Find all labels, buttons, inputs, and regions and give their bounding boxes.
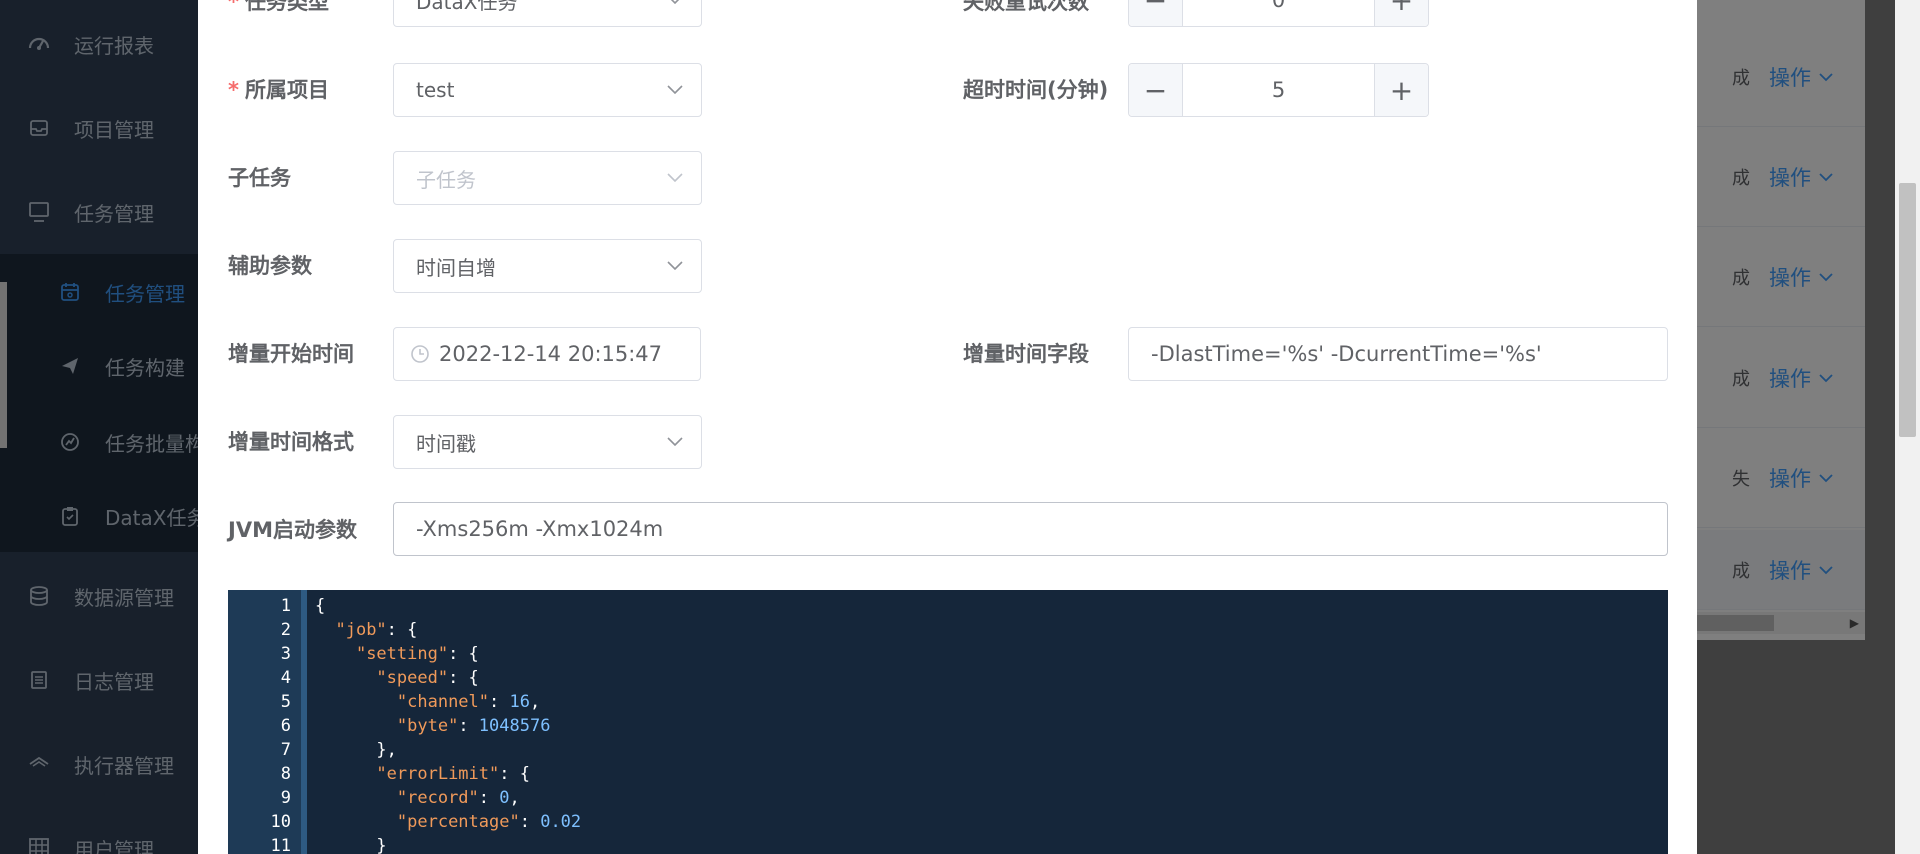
timeout-stepper[interactable]: − 5 +	[1128, 63, 1429, 117]
json-key: "speed"	[376, 668, 449, 688]
subtask-select[interactable]: 子任务	[393, 151, 702, 205]
incr-start-label: 增量开始时间	[228, 342, 354, 366]
fail-retry-stepper[interactable]: − 0 +	[1128, 0, 1429, 27]
incr-field-label: 增量时间字段	[963, 342, 1089, 366]
json-key: "record"	[396, 788, 479, 808]
incr-field-value: -DlastTime='%s' -DcurrentTime='%s'	[1151, 342, 1542, 366]
json-number: 0	[499, 788, 510, 808]
code-line: "errorLimit": {	[376, 764, 530, 784]
decrease-button[interactable]: −	[1129, 0, 1183, 26]
json-key: "byte"	[396, 716, 459, 736]
line-number: 2	[280, 620, 291, 640]
json-number: 16	[509, 692, 530, 712]
code-line: "channel": 16,	[396, 692, 541, 712]
line-number: 9	[280, 788, 291, 808]
json-key: "percentage"	[396, 812, 520, 832]
code-line: "speed": {	[376, 668, 479, 688]
clock-icon	[411, 345, 429, 363]
line-number: 4	[280, 668, 291, 688]
subtask-placeholder: 子任务	[416, 167, 476, 192]
jvm-input[interactable]: -Xms256m -Xmx1024m	[393, 502, 1668, 556]
increase-button[interactable]: +	[1374, 0, 1428, 26]
aux-param-select[interactable]: 时间自增	[393, 239, 702, 293]
aux-param-value: 时间自增	[416, 255, 496, 280]
incr-field-input[interactable]: -DlastTime='%s' -DcurrentTime='%s'	[1128, 327, 1668, 381]
json-key: "channel"	[396, 692, 490, 712]
line-number: 11	[270, 836, 291, 854]
gutter-divider	[301, 590, 307, 854]
json-number: 0.02	[540, 812, 582, 832]
subtask-label: 子任务	[228, 166, 291, 190]
jvm-label: JVM启动参数	[228, 518, 357, 542]
project-select[interactable]: test	[393, 63, 702, 117]
timeout-value[interactable]: 5	[1183, 64, 1374, 116]
page-vertical-scrollbar[interactable]	[1895, 0, 1920, 854]
chevron-down-icon	[670, 0, 680, 4]
task-type-select[interactable]: DataX任务	[393, 0, 702, 27]
code-line: "byte": 1048576	[396, 716, 551, 736]
project-value: test	[416, 78, 455, 102]
task-type-value: DataX任务	[416, 0, 518, 14]
chevron-down-icon	[667, 437, 683, 446]
incr-start-value: 2022-12-14 20:15:47	[439, 342, 663, 366]
fail-retry-value[interactable]: 0	[1183, 0, 1374, 26]
code-line: {	[315, 596, 326, 616]
chevron-down-icon	[667, 261, 683, 270]
code-line: "record": 0,	[396, 788, 520, 808]
line-number: 5	[280, 692, 291, 712]
line-number: 8	[280, 764, 291, 784]
line-number: 3	[280, 644, 291, 664]
json-key: "errorLimit"	[376, 764, 500, 784]
incr-format-label: 增量时间格式	[228, 430, 354, 454]
fail-retry-label: 失败重试次数	[963, 0, 1089, 14]
increase-button[interactable]: +	[1374, 64, 1428, 116]
task-type-label: * 任务类型	[228, 0, 329, 16]
code-line: "job": {	[335, 620, 418, 640]
project-label: * 所属项目	[228, 78, 329, 102]
code-line: "setting": {	[355, 644, 479, 664]
chevron-down-icon	[667, 173, 683, 182]
json-key: "setting"	[355, 644, 449, 664]
json-key: "job"	[335, 620, 387, 640]
code-line: }	[376, 836, 387, 854]
code-line: "percentage": 0.02	[396, 812, 582, 832]
line-number: 7	[280, 740, 291, 760]
decrease-button[interactable]: −	[1129, 64, 1183, 116]
incr-format-value: 时间戳	[416, 431, 476, 456]
line-number: 6	[280, 716, 291, 736]
task-edit-dialog: * 任务类型 DataX任务 失败重试次数 − 0 + * 所属项目 test 超时…	[198, 0, 1697, 854]
scrollbar-thumb[interactable]	[1899, 183, 1916, 437]
aux-param-label: 辅助参数	[228, 254, 312, 278]
code-line: },	[376, 740, 397, 760]
incr-format-select[interactable]: 时间戳	[393, 415, 702, 469]
line-number: 1	[280, 596, 291, 616]
timeout-label: 超时时间(分钟)	[963, 78, 1109, 102]
incr-start-datepicker[interactable]: 2022-12-14 20:15:47	[393, 327, 701, 381]
json-code-editor[interactable]: 1{2 "job": {3 "setting": {4 "speed": {5 …	[228, 590, 1668, 854]
line-number: 10	[270, 812, 291, 832]
required-mark: *	[228, 0, 239, 14]
required-mark: *	[228, 78, 239, 102]
json-number: 1048576	[478, 716, 551, 736]
jvm-value: -Xms256m -Xmx1024m	[416, 517, 664, 541]
chevron-down-icon	[667, 85, 683, 94]
